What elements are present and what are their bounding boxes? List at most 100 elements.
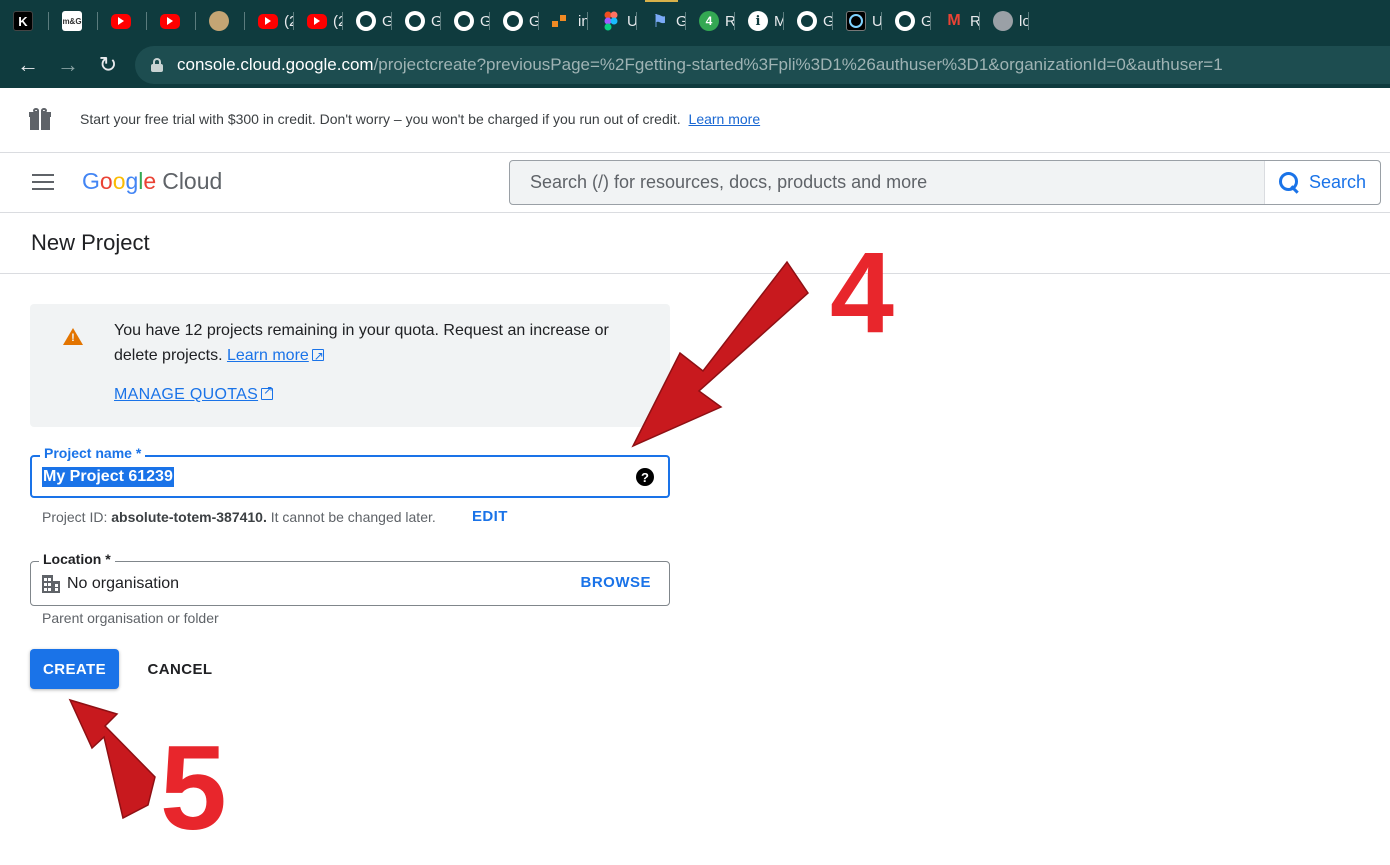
browser-tab[interactable]: m&G [49, 0, 98, 42]
external-link-icon [261, 383, 273, 400]
create-button[interactable]: CREATE [30, 649, 119, 689]
google-cloud-logo[interactable]: Google Cloud [82, 168, 222, 195]
browser-tab[interactable]: (22 [245, 0, 294, 42]
youtube-icon [307, 13, 327, 29]
ind-app-icon [552, 11, 572, 31]
back-arrow-icon[interactable]: ← [8, 45, 48, 85]
reload-icon[interactable]: ↻ [88, 45, 128, 85]
browser-tab-title: (22 [284, 12, 294, 30]
quota-notice: You have 12 projects remaining in your q… [30, 304, 670, 427]
warning-icon [63, 328, 83, 346]
use-app-icon [846, 11, 866, 31]
url-text: console.cloud.google.com/projectcreate?p… [177, 55, 1223, 74]
external-link-icon [311, 344, 324, 369]
gmail-icon: M [947, 12, 961, 29]
github-icon [797, 11, 817, 31]
browser-tab[interactable]: i My [735, 0, 784, 42]
info-icon: i [748, 11, 768, 31]
browser-tab[interactable]: Git [490, 0, 539, 42]
url-bar[interactable]: console.cloud.google.com/projectcreate?p… [135, 46, 1390, 84]
learn-more-link[interactable]: Learn more [689, 111, 761, 127]
browser-tab-title: Git [921, 12, 931, 30]
youtube-icon [160, 13, 180, 29]
browser-tab-title: Get [676, 12, 686, 30]
location-field[interactable]: Location * No organisation BROWSE [30, 551, 670, 606]
browser-tab-title: Res [725, 12, 735, 30]
cancel-button[interactable]: CANCEL [130, 649, 230, 689]
arrow-to-create-button [68, 698, 156, 820]
project-name-label: Project name * [40, 445, 146, 461]
browser-tab[interactable]: (22 [294, 0, 343, 42]
mg-app-icon: m&G [62, 11, 82, 31]
browser-tab[interactable] [147, 0, 196, 42]
browser-tab[interactable]: K [0, 0, 49, 42]
browser-tab-title: Rea [970, 12, 980, 30]
location-value: No organisation [67, 575, 180, 592]
browser-tab[interactable]: ⚑ Get [637, 0, 686, 42]
location-hint: Parent organisation or folder [42, 610, 219, 626]
search-icon [1279, 171, 1301, 194]
k-app-icon: K [13, 11, 33, 31]
step-number-5: 5 [160, 721, 227, 855]
page-title: New Project [31, 230, 150, 255]
help-icon[interactable]: ? [636, 468, 654, 486]
quota-text: You have 12 projects remaining in your q… [114, 318, 634, 369]
free-trial-text: Start your free trial with $300 in credi… [80, 111, 761, 127]
browser-tab[interactable]: Git [441, 0, 490, 42]
github-icon [895, 11, 915, 31]
github-icon [405, 11, 425, 31]
browser-tab-title: My [774, 12, 784, 30]
browser-tab[interactable]: Git [392, 0, 441, 42]
browser-tab-title: Git [431, 12, 441, 30]
browser-tab-title: Git [382, 12, 392, 30]
free-trial-banner: Start your free trial with $300 in credi… [0, 88, 1390, 153]
browser-tab-title: Git [823, 12, 833, 30]
step-number-4: 4 [830, 229, 894, 357]
browser-tab[interactable]: 4 Res [686, 0, 735, 42]
browser-tab-title: Git [529, 12, 539, 30]
github-icon [503, 11, 523, 31]
browser-tab[interactable] [196, 0, 245, 42]
browser-tab-title: Un [627, 12, 637, 30]
search-button[interactable]: Search [1264, 161, 1380, 204]
browser-tab[interactable]: Use [833, 0, 882, 42]
search-button-label: Search [1309, 172, 1367, 192]
manage-quotas-link[interactable]: MANAGE QUOTAS [114, 383, 273, 404]
browser-tab-title: Git [480, 12, 490, 30]
browser-tab[interactable]: M Rea [931, 0, 980, 42]
browser-tab[interactable]: Un [588, 0, 637, 42]
browser-tab-title: loc [1019, 12, 1029, 30]
dog-avatar-icon [209, 11, 229, 31]
browser-tab[interactable]: Git [784, 0, 833, 42]
youtube-icon [258, 13, 278, 29]
search-input[interactable] [510, 161, 1265, 204]
console-header: Google Cloud Search [0, 153, 1390, 213]
github-icon [356, 11, 376, 31]
browser-tab-title: (22 [333, 12, 343, 30]
browser-tab[interactable]: ind [539, 0, 588, 42]
browser-tab[interactable]: Git [343, 0, 392, 42]
lock-icon [151, 58, 163, 72]
browser-tab-title: Use [872, 12, 882, 30]
menu-icon[interactable] [32, 174, 54, 190]
browser-tab[interactable]: loc [980, 0, 1029, 42]
github-icon [454, 11, 474, 31]
building-icon [42, 575, 60, 593]
location-label: Location * [39, 551, 115, 567]
quota-learn-more-link[interactable]: Learn more [227, 344, 324, 369]
project-name-field[interactable]: Project name * My Project 61239 ? [30, 445, 670, 498]
flag-icon: ⚑ [651, 11, 669, 31]
globe-icon [993, 11, 1013, 31]
browser-address-bar: ← → ↻ console.cloud.google.com/projectcr… [0, 42, 1390, 88]
browser-tab[interactable]: Git [882, 0, 931, 42]
page-title-bar: New Project [0, 213, 1390, 274]
edit-project-id-button[interactable]: EDIT [472, 508, 508, 525]
project-name-input[interactable]: My Project 61239 [42, 467, 174, 487]
gift-icon [29, 108, 51, 130]
forward-arrow-icon[interactable]: → [48, 45, 88, 85]
project-id-line: Project ID: absolute-totem-387410. It ca… [42, 509, 436, 525]
number-four-icon: 4 [699, 11, 719, 31]
browser-tab[interactable] [98, 0, 147, 42]
browse-button[interactable]: BROWSE [581, 574, 652, 591]
browser-tab-title: ind [578, 12, 588, 30]
